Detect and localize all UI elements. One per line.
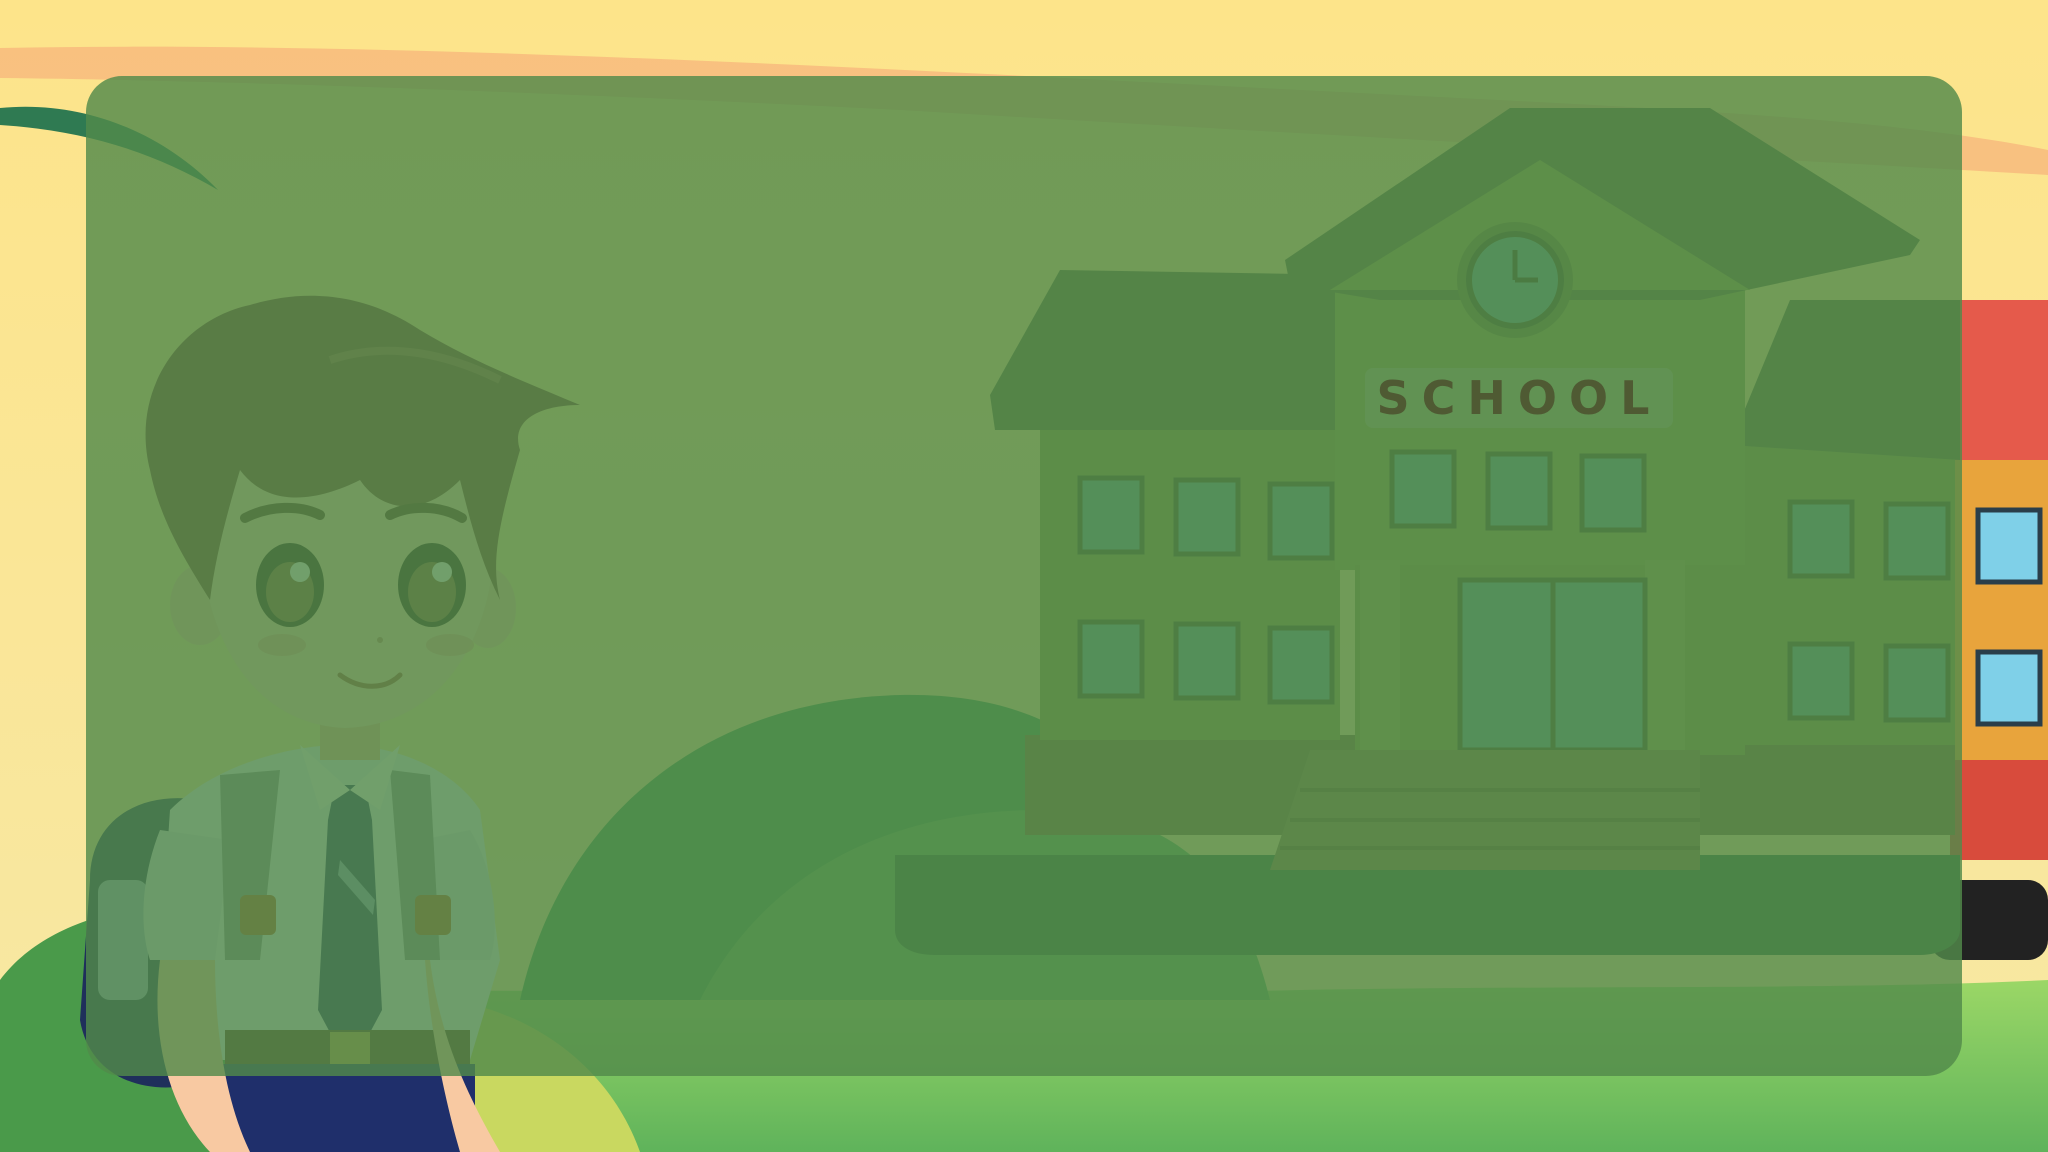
content-overlay-panel [86,76,1962,1076]
school-sign-text: SCHOOL [1376,371,1662,425]
slide-canvas: SCHOOL [0,0,2048,1152]
